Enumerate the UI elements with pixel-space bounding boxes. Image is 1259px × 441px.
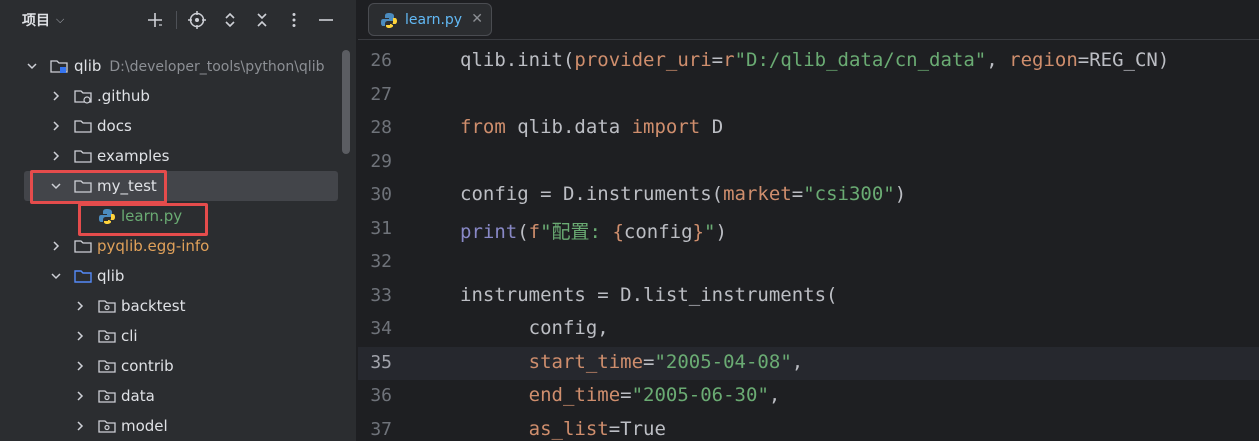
tree-item-label: docs	[97, 117, 132, 135]
project-panel-title: 项目	[22, 13, 50, 29]
folder-icon	[74, 118, 92, 134]
chevron-right-icon[interactable]	[50, 120, 62, 132]
code-line: 28 from qlib.data import D	[358, 112, 1259, 145]
add-icon[interactable]	[144, 9, 166, 31]
line-number: 31	[370, 217, 392, 239]
github-folder-icon	[74, 88, 92, 104]
source-folder-icon	[74, 268, 92, 284]
line-text: from qlib.data import D	[460, 116, 724, 138]
tree-item-label: pyqlib.egg-info	[97, 237, 210, 255]
tree-item-docs[interactable]: docs	[0, 111, 340, 141]
line-number: 29	[370, 150, 392, 172]
package-folder-icon	[98, 358, 116, 374]
line-number: 35	[370, 351, 392, 373]
tree-item-contrib[interactable]: contrib	[0, 351, 340, 381]
close-icon[interactable]: ✕	[471, 11, 483, 27]
python-file-icon	[380, 12, 398, 28]
annotation-box-learn-py	[78, 203, 208, 236]
package-folder-icon	[98, 328, 116, 344]
line-number: 32	[370, 251, 392, 272]
line-text: print(f"配置: {config}")	[460, 220, 727, 243]
tree-item-examples[interactable]: examples	[0, 141, 340, 171]
code-line: 37 as_list=True	[358, 414, 1259, 441]
more-options-icon[interactable]	[283, 9, 305, 31]
line-number: 27	[370, 83, 392, 105]
chevron-right-icon[interactable]	[50, 240, 62, 252]
tree-item-cli[interactable]: cli	[0, 321, 340, 351]
tree-item-qlib-package[interactable]: qlib	[0, 261, 340, 291]
header-divider	[176, 11, 177, 29]
editor-tab-bar: learn.py ✕	[358, 0, 1259, 40]
code-line: 26 qlib.init(provider_uri=r"D:/qlib_data…	[358, 45, 1259, 78]
project-panel: 项目 ⌵ qlib D:\developer_tools\python\qlib…	[0, 0, 356, 441]
line-text: instruments = D.list_instruments(	[460, 283, 838, 306]
module-folder-icon	[50, 58, 68, 74]
annotation-box-my-test	[30, 170, 167, 204]
package-folder-icon	[98, 298, 116, 314]
line-text: as_list=True	[528, 417, 666, 440]
project-view-selector[interactable]: 项目 ⌵	[22, 10, 64, 30]
line-number: 34	[370, 318, 392, 339]
code-line-current: 35 start_time="2005-04-08",	[358, 346, 1259, 380]
line-number: 36	[370, 385, 392, 406]
line-number: 33	[370, 284, 392, 306]
chevron-right-icon[interactable]	[74, 420, 86, 432]
chevron-down-icon[interactable]	[26, 60, 38, 72]
ide-window: 项目 ⌵ qlib D:\developer_tools\python\qlib…	[0, 0, 1259, 441]
folder-icon	[74, 148, 92, 164]
package-folder-icon	[98, 418, 116, 434]
code-line: 36 end_time="2005-06-30",	[358, 380, 1259, 413]
tree-item-label: qlib	[74, 57, 102, 75]
line-text: config = D.instruments(market="csi300")	[460, 183, 907, 205]
code-line: 33 instruments = D.list_instruments(	[358, 280, 1259, 313]
tree-item-label: data	[121, 387, 155, 405]
chevron-right-icon[interactable]	[74, 390, 86, 402]
line-number: 37	[370, 418, 392, 440]
project-path: D:\developer_tools\python\qlib	[109, 59, 325, 75]
code-line: 32	[358, 246, 1259, 279]
tree-item-data[interactable]: data	[0, 381, 340, 411]
line-number: 26	[370, 50, 392, 71]
tree-item-label: qlib	[97, 267, 125, 285]
code-line: 30 config = D.instruments(market="csi300…	[358, 179, 1259, 212]
package-folder-icon	[98, 388, 116, 404]
code-line: 34 config,	[358, 313, 1259, 346]
tree-item-github[interactable]: .github	[0, 81, 340, 111]
tab-learn-py[interactable]: learn.py ✕	[368, 3, 492, 36]
chevron-right-icon[interactable]	[74, 360, 86, 372]
chevron-down-icon: ⌵	[56, 13, 65, 26]
tree-item-label: backtest	[121, 297, 186, 315]
chevron-right-icon[interactable]	[74, 300, 86, 312]
tree-item-label: .github	[97, 87, 150, 105]
collapse-all-icon[interactable]	[251, 9, 273, 31]
line-number: 28	[370, 117, 392, 138]
code-line: 29	[358, 146, 1259, 179]
tree-item-backtest[interactable]: backtest	[0, 291, 340, 321]
tree-item-label: contrib	[121, 357, 174, 375]
line-text: config,	[460, 317, 609, 339]
hide-panel-icon[interactable]	[315, 9, 337, 31]
tree-item-model[interactable]: model	[0, 411, 340, 441]
chevron-down-icon[interactable]	[50, 270, 62, 282]
tree-scrollbar[interactable]	[342, 50, 350, 154]
project-panel-header: 项目 ⌵	[0, 0, 356, 40]
line-text: qlib.init(provider_uri=r"D:/qlib_data/cn…	[460, 49, 1170, 71]
tree-item-label: model	[121, 417, 168, 435]
line-number: 30	[370, 184, 392, 205]
expand-all-icon[interactable]	[219, 9, 241, 31]
tree-item-qlib-root[interactable]: qlib D:\developer_tools\python\qlib	[0, 51, 340, 81]
chevron-right-icon[interactable]	[50, 150, 62, 162]
tree-item-label: examples	[97, 147, 170, 165]
chevron-right-icon[interactable]	[74, 330, 86, 342]
code-line: 31 print(f"配置: {config}")	[358, 213, 1259, 246]
line-text: start_time="2005-04-08",	[528, 350, 804, 373]
code-editor: learn.py ✕ 26 qlib.init(provider_uri=r"D…	[358, 0, 1259, 441]
chevron-right-icon[interactable]	[50, 90, 62, 102]
tab-label: learn.py	[405, 12, 463, 28]
tree-item-label: cli	[121, 327, 138, 345]
code-line: 27	[358, 79, 1259, 112]
folder-icon	[74, 238, 92, 254]
locate-file-icon[interactable]	[186, 9, 208, 31]
line-text: end_time="2005-06-30",	[528, 384, 781, 406]
